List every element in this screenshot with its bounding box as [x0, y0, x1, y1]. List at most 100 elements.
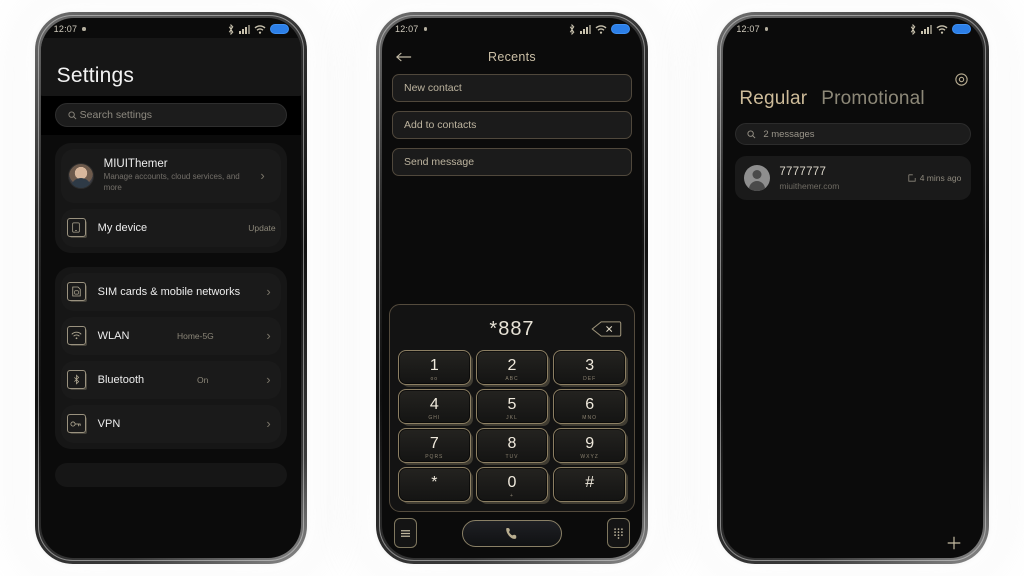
dialpad-key-3[interactable]: 3 DEF [553, 350, 626, 385]
search-bar-container: Search settings [40, 96, 301, 135]
bluetooth-label: Bluetooth [97, 373, 145, 386]
key-digit: * [431, 474, 438, 491]
call-button[interactable] [461, 519, 562, 547]
key-letters: oo [430, 376, 439, 382]
chevron-right-icon: › [266, 284, 271, 300]
key-digit: 8 [507, 435, 517, 452]
wifi-icon [936, 25, 948, 34]
dialpad-key-4[interactable]: 4 GHI [397, 389, 471, 424]
avatar [67, 162, 94, 189]
status-time: 12:07 [394, 24, 419, 34]
key-digit: 6 [585, 396, 595, 413]
wifi-icon [66, 326, 86, 346]
dialpad-key-9[interactable]: 9 WXYZ [553, 428, 626, 463]
dialpad-key-8[interactable]: 8 TUV [475, 428, 549, 463]
key-letters: GHI [428, 415, 441, 421]
bluetooth-icon [66, 370, 86, 390]
status-time: 12:07 [53, 24, 78, 34]
status-left-2: 12:07 [394, 24, 428, 34]
dialpad-key-1[interactable]: 1 oo [397, 350, 471, 385]
gear-icon[interactable] [954, 72, 969, 87]
dialer-top: Recents New contact Add to contacts Send… [382, 40, 642, 176]
dialpad-key-2[interactable]: 2 ABC [475, 350, 549, 385]
wlan-label: WLAN [97, 329, 130, 342]
dialed-number: *887 [489, 317, 535, 340]
battery-icon [610, 24, 630, 34]
tab-promotional[interactable]: Promotional [821, 88, 925, 110]
wlan-value: Home-5G [176, 330, 214, 341]
sidebar-item-sim-cards[interactable]: SIM cards & mobile networks › [60, 272, 281, 311]
menu-item-send-message[interactable]: Send message [391, 148, 632, 176]
contact-avatar-icon [744, 165, 771, 191]
search-input[interactable]: 2 messages [735, 123, 972, 145]
key-letters: TUV [505, 454, 519, 460]
screen-messages: 12:07 Regular Promotional 2 messages 777… [723, 18, 984, 558]
status-dot-icon [82, 27, 86, 31]
network-card: SIM cards & mobile networks › WLAN Home-… [54, 266, 287, 449]
page-title: Settings [56, 64, 135, 87]
key-letters: ABC [505, 376, 519, 382]
unread-icon [908, 174, 916, 182]
dialpad-key-0[interactable]: 0 + [475, 467, 549, 502]
message-text: 7777777 miuithemer.com [779, 166, 839, 191]
phone-icon [66, 218, 86, 238]
menu-item-new-contact[interactable]: New contact [391, 74, 632, 102]
dial-display[interactable]: *887 [398, 312, 626, 346]
search-icon [747, 129, 756, 138]
menu-item-add-to-contacts[interactable]: Add to contacts [391, 111, 632, 139]
message-meta: 4 mins ago [908, 173, 961, 183]
status-time: 12:07 [736, 24, 760, 34]
my-device-value: Update [248, 222, 276, 233]
menu-icon [400, 529, 410, 537]
chevron-right-icon: › [266, 416, 271, 432]
search-input[interactable]: Search settings [54, 103, 287, 127]
dialpad-key-6[interactable]: 6 MNO [553, 389, 626, 424]
key-letters: MNO [582, 415, 597, 421]
dialpad-key-star[interactable]: * [397, 467, 471, 502]
sidebar-item-wlan[interactable]: WLAN Home-5G › [60, 316, 281, 355]
vpn-label: VPN [97, 417, 121, 430]
status-bar-1: 12:07 [41, 18, 301, 40]
my-device-label: My device [97, 221, 148, 234]
signal-icon [238, 25, 250, 34]
next-card-partial [54, 462, 287, 487]
status-left-3: 12:07 [736, 24, 769, 34]
battery-icon [952, 24, 972, 34]
list-item[interactable]: 7777777 miuithemer.com 4 mins ago [735, 156, 972, 200]
account-row[interactable]: MIUIThemer Manage accounts, cloud servic… [60, 149, 281, 203]
key-digit: 5 [507, 396, 517, 413]
key-digit: # [585, 474, 595, 491]
new-message-button[interactable] [943, 532, 965, 554]
status-bar-3: 12:07 [723, 18, 983, 40]
status-right-3 [909, 23, 972, 35]
key-digit: 1 [429, 357, 439, 374]
key-letters: JKL [506, 415, 518, 421]
sidebar-item-bluetooth[interactable]: Bluetooth On › [60, 360, 281, 399]
sidebar-item-my-device[interactable]: My device Update [60, 208, 281, 247]
dialer-title: Recents [488, 50, 536, 64]
chevron-right-icon: › [266, 372, 271, 388]
plus-icon [948, 536, 961, 550]
dialpad-key-hash[interactable]: # [553, 467, 626, 502]
phone-settings: 12:07 Settings Search settings MIUITheme… [34, 12, 307, 564]
backspace-icon[interactable] [591, 321, 622, 337]
screen-dialer: 12:07 Recents New contact Add to contact… [381, 18, 642, 558]
bluetooth-icon [911, 23, 916, 35]
phone-dialer: 12:07 Recents New contact Add to contact… [375, 12, 648, 564]
wifi-icon [254, 25, 266, 34]
sim-card-icon [66, 282, 86, 302]
sidebar-item-vpn[interactable]: VPN › [60, 404, 281, 443]
tab-regular[interactable]: Regular [739, 88, 807, 110]
dialpad-key-7[interactable]: 7 PQRS [397, 428, 471, 463]
key-icon [66, 414, 86, 434]
call-icon [506, 527, 517, 539]
message-sender: 7777777 [779, 165, 827, 178]
status-left-1: 12:07 [54, 24, 86, 34]
sim-cards-label: SIM cards & mobile networks [97, 285, 241, 298]
dialer-bottom-bar [382, 512, 642, 554]
keypad-button[interactable] [606, 518, 630, 548]
menu-button[interactable] [393, 518, 417, 548]
key-letters: PQRS [425, 454, 444, 460]
dialpad-key-5[interactable]: 5 JKL [475, 389, 549, 424]
